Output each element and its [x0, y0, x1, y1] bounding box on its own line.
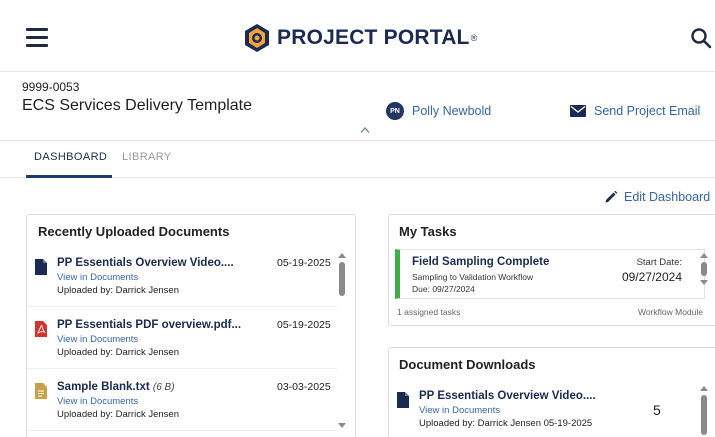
edit-dashboard-button[interactable]: Edit Dashboard [604, 190, 710, 204]
file-icon [397, 392, 409, 408]
workflow-module-link[interactable]: Workflow Module [638, 307, 703, 317]
list-item: PP Essentials Overview Video.... View in… [389, 382, 699, 437]
assigned-tasks-count: 1 assigned tasks [397, 307, 461, 317]
document-title[interactable]: Sample Blank.txt (6 B) [57, 381, 175, 393]
scrollbar[interactable] [699, 253, 709, 285]
chevron-up-icon[interactable] [360, 126, 370, 134]
uploaded-by: Uploaded by: Darrick Jensen [57, 409, 179, 420]
scroll-thumb[interactable] [701, 395, 707, 435]
view-in-documents-link[interactable]: View in Documents [57, 396, 138, 407]
document-date: 05-19-2025 [277, 319, 331, 331]
logo-trademark: ® [470, 33, 478, 43]
logo-mark-icon [245, 24, 269, 52]
logo[interactable]: PROJECT PORTAL ® [243, 22, 477, 54]
active-tab-indicator [26, 175, 112, 178]
scroll-down-icon[interactable] [338, 423, 346, 428]
document-title[interactable]: PP Essentials Overview Video.... [419, 390, 596, 402]
tab-bar: DASHBOARD LIBRARY [0, 140, 715, 178]
uploaded-by: Uploaded by: Darrick Jensen [57, 285, 179, 296]
scroll-thumb[interactable] [339, 262, 345, 296]
file-icon [35, 259, 47, 275]
task-due-date: Due: 09/27/2024 [412, 284, 475, 294]
list-item: PP Essentials PDF overview.pdf... View i… [27, 311, 337, 369]
document-title[interactable]: PP Essentials PDF overview.pdf... [57, 319, 241, 331]
panel-title: Document Downloads [399, 357, 536, 372]
document-date: 03-03-2025 [277, 381, 331, 393]
scroll-down-icon[interactable] [700, 280, 708, 285]
edit-dashboard-label: Edit Dashboard [624, 190, 711, 204]
my-tasks-panel: My Tasks Field Sampling Complete Samplin… [388, 214, 715, 326]
tab-library[interactable]: LIBRARY [122, 151, 172, 163]
project-id: 9999-0053 [22, 80, 80, 94]
task-card[interactable]: Field Sampling Complete Sampling to Vali… [395, 249, 705, 299]
panel-title: My Tasks [399, 224, 457, 239]
project-name: ECS Services Delivery Template [22, 97, 253, 114]
uploaded-by: Uploaded by: Darrick Jensen 05-19-2025 [419, 418, 593, 429]
task-start-date: 09/27/2024 [621, 270, 682, 284]
pdf-icon [35, 321, 47, 337]
project-manager-name: Polly Newbold [412, 104, 492, 118]
logo-text: PROJECT PORTAL [277, 26, 470, 49]
scroll-up-icon[interactable] [700, 386, 708, 391]
document-date: 05-19-2025 [277, 257, 331, 269]
panel-title: Recently Uploaded Documents [38, 224, 230, 239]
view-in-documents-link[interactable]: View in Documents [57, 272, 138, 283]
search-icon[interactable] [690, 27, 712, 49]
send-project-email-label: Send Project Email [594, 104, 701, 118]
list-item: Sample Blank.txt (6 B) View in Documents… [27, 373, 337, 431]
view-in-documents-link[interactable]: View in Documents [419, 405, 500, 416]
pencil-icon [605, 190, 618, 203]
download-count: 5 [653, 402, 661, 418]
send-project-email-button[interactable]: Send Project Email [570, 104, 700, 118]
envelope-icon [570, 105, 586, 117]
scrollbar[interactable] [337, 253, 347, 296]
document-downloads-panel: Document Downloads PP Essentials Overvie… [388, 347, 715, 437]
scroll-up-icon[interactable] [338, 253, 346, 258]
scrollbar[interactable] [699, 386, 709, 435]
document-title-text: Sample Blank.txt [57, 381, 150, 393]
scroll-thumb[interactable] [701, 262, 707, 276]
tab-dashboard[interactable]: DASHBOARD [34, 151, 107, 163]
avatar: PN [386, 102, 404, 120]
list-item: PP Essentials Overview Video.... View in… [27, 249, 337, 307]
task-title[interactable]: Field Sampling Complete [412, 256, 549, 268]
task-workflow: Sampling to Validation Workflow [412, 272, 534, 282]
view-in-documents-link[interactable]: View in Documents [57, 334, 138, 345]
uploaded-by: Uploaded by: Darrick Jensen [57, 347, 179, 358]
menu-icon[interactable] [26, 28, 48, 47]
text-file-icon [35, 383, 47, 399]
task-start-label: Start Date: [636, 257, 682, 268]
top-bar: PROJECT PORTAL ® [0, 0, 715, 72]
recently-uploaded-documents-panel: Recently Uploaded Documents PP Essential… [26, 214, 356, 437]
document-size: (6 B) [152, 382, 175, 393]
project-manager[interactable]: PN Polly Newbold [386, 102, 491, 120]
document-title[interactable]: PP Essentials Overview Video.... [57, 257, 234, 269]
scroll-up-icon[interactable] [700, 253, 708, 258]
